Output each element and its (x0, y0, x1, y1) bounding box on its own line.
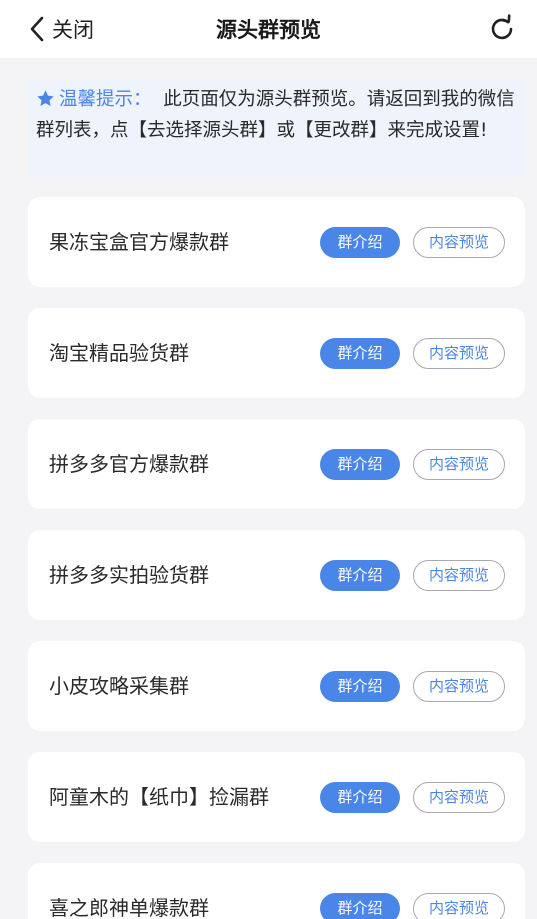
page-title: 源头群预览 (216, 18, 321, 42)
group-card: 喜之郎神单爆款群 群介绍 内容预览 (28, 863, 525, 919)
group-intro-button[interactable]: 群介绍 (320, 560, 400, 591)
content-preview-button[interactable]: 内容预览 (413, 560, 505, 591)
group-card: 果冻宝盒官方爆款群 群介绍 内容预览 (28, 197, 525, 287)
group-name: 果冻宝盒官方爆款群 (49, 230, 229, 254)
group-card: 阿童木的【纸巾】捡漏群 群介绍 内容预览 (28, 752, 525, 842)
tip-prefix: 温馨提示： (59, 89, 152, 110)
group-name: 小皮攻略采集群 (49, 674, 189, 698)
content-preview-button[interactable]: 内容预览 (413, 671, 505, 702)
group-intro-button[interactable]: 群介绍 (320, 227, 400, 258)
group-name: 拼多多官方爆款群 (49, 452, 209, 476)
content-preview-button[interactable]: 内容预览 (413, 227, 505, 258)
refresh-icon (491, 14, 513, 40)
group-intro-button[interactable]: 群介绍 (320, 893, 400, 919)
star-icon (37, 90, 54, 106)
group-card: 拼多多实拍验货群 群介绍 内容预览 (28, 530, 525, 620)
content-preview-button[interactable]: 内容预览 (413, 338, 505, 369)
group-name: 淘宝精品验货群 (49, 341, 189, 365)
group-intro-button[interactable]: 群介绍 (320, 449, 400, 480)
content-preview-button[interactable]: 内容预览 (413, 782, 505, 813)
refresh-button[interactable] (487, 14, 517, 44)
group-name: 阿童木的【纸巾】捡漏群 (49, 785, 269, 809)
group-card: 淘宝精品验货群 群介绍 内容预览 (28, 308, 525, 398)
content-preview-button[interactable]: 内容预览 (413, 893, 505, 919)
group-name: 拼多多实拍验货群 (49, 563, 209, 587)
group-name: 喜之郎神单爆款群 (49, 896, 209, 919)
group-card: 小皮攻略采集群 群介绍 内容预览 (28, 641, 525, 731)
page: 关闭 源头群预览 温馨提示： 此页面仅为源头群预览。请返回到我的微信群列表，点【… (0, 0, 537, 919)
group-intro-button[interactable]: 群介绍 (320, 338, 400, 369)
group-intro-button[interactable]: 群介绍 (320, 671, 400, 702)
top-nav-bar: 关闭 源头群预览 (0, 0, 537, 58)
tip-notice: 温馨提示： 此页面仅为源头群预览。请返回到我的微信群列表，点【去选择源头群】或【… (28, 80, 525, 177)
content-preview-button[interactable]: 内容预览 (413, 449, 505, 480)
group-intro-button[interactable]: 群介绍 (320, 782, 400, 813)
group-card: 拼多多官方爆款群 群介绍 内容预览 (28, 419, 525, 509)
